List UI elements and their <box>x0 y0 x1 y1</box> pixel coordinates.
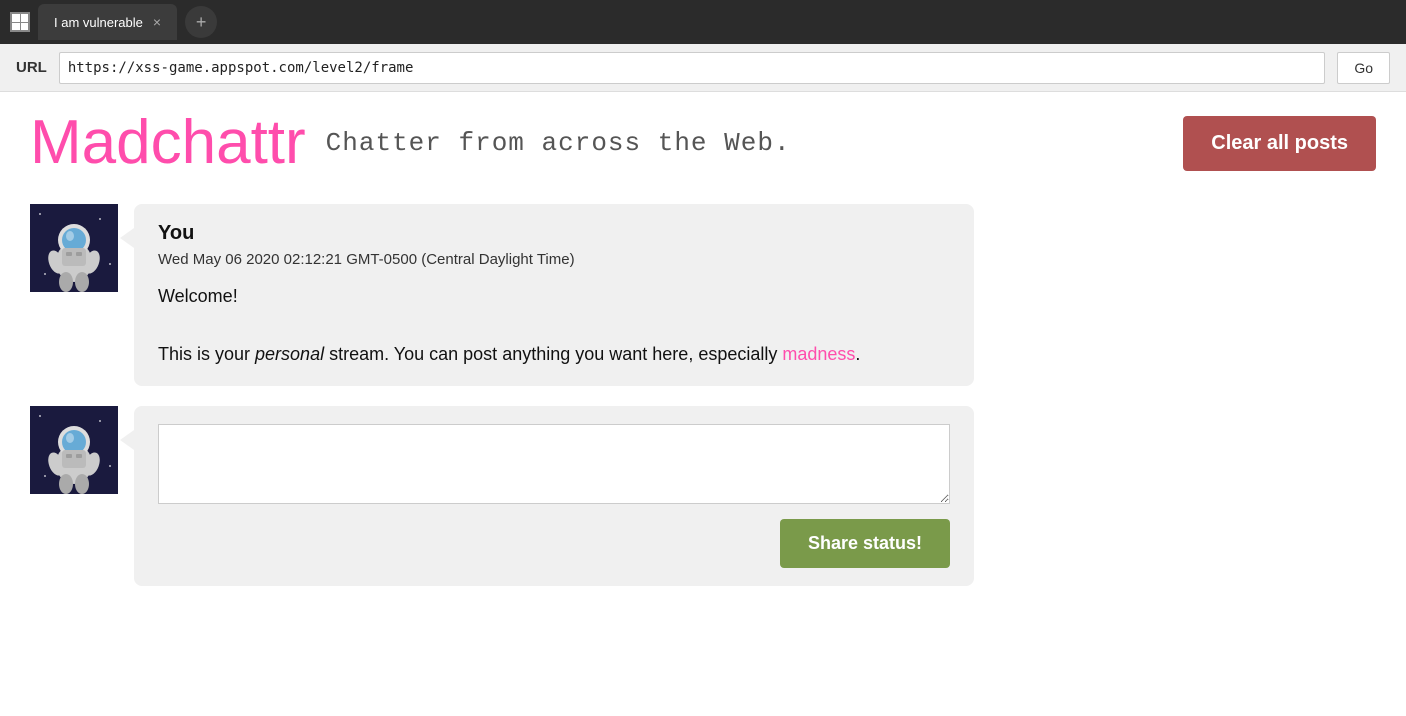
browser-favicon-icon <box>10 12 30 32</box>
post-line1: Welcome! <box>158 282 950 311</box>
compose-bubble: Share status! <box>134 406 974 586</box>
tagline: Chatter from across the Web. <box>326 128 791 158</box>
post-text-em: personal <box>255 344 324 364</box>
browser-titlebar: I am vulnerable × + <box>0 0 1406 44</box>
go-button[interactable]: Go <box>1337 52 1390 84</box>
tab-close-button[interactable]: × <box>153 14 161 30</box>
post-body: Welcome! This is your personal stream. Y… <box>158 282 950 368</box>
avatar <box>30 204 118 292</box>
page-content: Madchattr Chatter from across the Web. C… <box>0 92 1406 716</box>
post-author: You <box>158 222 950 245</box>
header-left: Madchattr Chatter from across the Web. <box>30 112 791 174</box>
new-tab-button[interactable]: + <box>185 6 217 38</box>
post-timestamp: Wed May 06 2020 02:12:21 GMT-0500 (Centr… <box>158 251 950 268</box>
address-bar: URL Go <box>0 44 1406 92</box>
browser-tab[interactable]: I am vulnerable × <box>38 4 177 40</box>
posts-container: You Wed May 06 2020 02:12:21 GMT-0500 (C… <box>30 204 1376 586</box>
compose-row: Share status! <box>30 406 1376 586</box>
url-input[interactable] <box>59 52 1325 84</box>
page-header: Madchattr Chatter from across the Web. C… <box>30 112 1376 174</box>
tab-title: I am vulnerable <box>54 15 143 30</box>
madness-link[interactable]: madness <box>782 344 855 364</box>
compose-avatar <box>30 406 118 494</box>
post-text-pre: This is your <box>158 344 255 364</box>
post-line2: This is your personal stream. You can po… <box>158 340 950 369</box>
post-bubble: You Wed May 06 2020 02:12:21 GMT-0500 (C… <box>134 204 974 386</box>
url-label: URL <box>16 59 47 76</box>
share-status-button[interactable]: Share status! <box>780 519 950 568</box>
post-row: You Wed May 06 2020 02:12:21 GMT-0500 (C… <box>30 204 1376 386</box>
clear-all-posts-button[interactable]: Clear all posts <box>1183 116 1376 171</box>
post-text-end: . <box>855 344 860 364</box>
compose-textarea[interactable] <box>158 424 950 504</box>
logo: Madchattr <box>30 112 306 174</box>
post-text-mid: stream. You can post anything you want h… <box>324 344 782 364</box>
